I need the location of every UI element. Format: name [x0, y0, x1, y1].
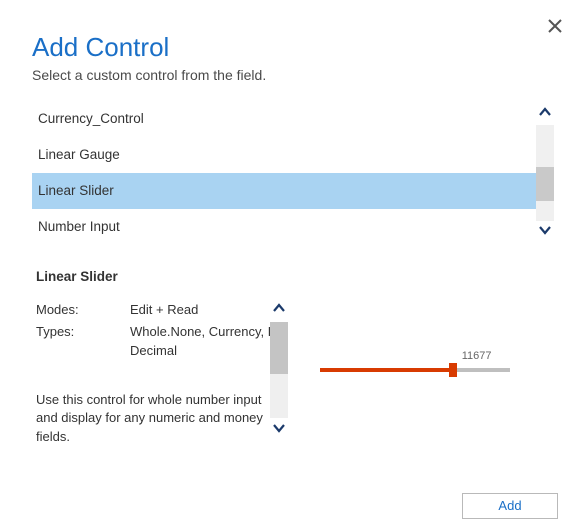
control-list: Currency_Control Linear Gauge Linear Sli… — [32, 101, 536, 245]
scroll-thumb[interactable] — [536, 167, 554, 201]
details-scrollbar[interactable] — [270, 300, 288, 440]
slider-handle[interactable] — [449, 363, 457, 377]
close-icon — [548, 17, 562, 37]
chevron-up-icon[interactable] — [538, 107, 552, 121]
scroll-thumb[interactable] — [270, 322, 288, 374]
chevron-down-icon[interactable] — [538, 225, 552, 239]
control-preview: 11677 — [288, 300, 554, 447]
slider-fill — [320, 368, 453, 372]
modes-label: Modes: — [36, 300, 130, 320]
chevron-down-icon[interactable] — [272, 423, 286, 437]
dialog-subtitle: Select a custom control from the field. — [32, 67, 554, 83]
linear-slider-preview[interactable]: 11677 — [296, 368, 554, 372]
close-button[interactable] — [548, 18, 562, 36]
slider-track[interactable] — [320, 368, 510, 372]
details-title: Linear Slider — [36, 269, 554, 284]
slider-value-label: 11677 — [462, 350, 492, 362]
types-label: Types: — [36, 322, 130, 361]
description-text: Use this control for whole number input … — [36, 391, 288, 448]
types-value: Whole.None, Currency, FP, Decimal — [130, 322, 288, 361]
modes-value: Edit + Read — [130, 300, 288, 320]
list-item[interactable]: Number Input — [32, 209, 536, 245]
list-item[interactable]: Linear Slider — [32, 173, 536, 209]
list-item[interactable]: Linear Gauge — [32, 137, 536, 173]
chevron-up-icon[interactable] — [272, 303, 286, 317]
list-item[interactable]: Currency_Control — [32, 101, 536, 137]
add-button[interactable]: Add — [462, 493, 558, 519]
dialog-title: Add Control — [32, 32, 554, 63]
list-scrollbar[interactable] — [536, 101, 554, 245]
